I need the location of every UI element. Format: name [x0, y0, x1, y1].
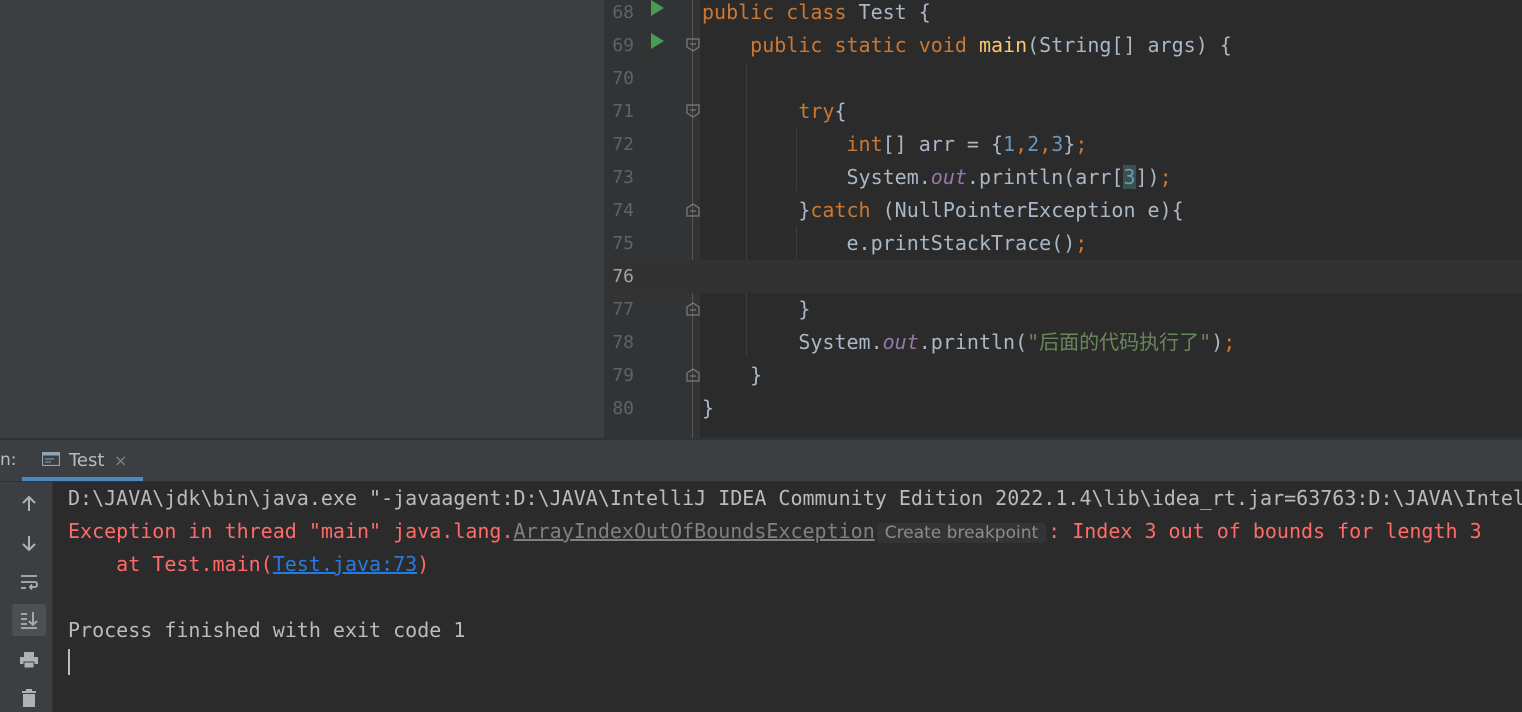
code-line: 73 System.out.println(arr[3]);: [604, 161, 1522, 194]
code-text: }: [798, 297, 811, 321]
fold-icon[interactable]: [686, 38, 700, 52]
console-stacktrace-line: at Test.main(Test.java:73): [68, 552, 430, 576]
line-number: 78: [612, 332, 634, 353]
code-text: e.printStackTrace();: [846, 231, 1088, 255]
line-number: 70: [612, 68, 634, 89]
code-text: int[] arr = {1,2,3};: [846, 132, 1088, 156]
line-number: 69: [612, 35, 634, 56]
close-icon[interactable]: ×: [114, 440, 127, 481]
run-tab-bar: n: Test ×: [0, 440, 1522, 482]
exception-class-link[interactable]: ArrayIndexOutOfBoundsException: [514, 519, 875, 543]
code-line-current: 76: [604, 260, 1522, 293]
soft-wrap-icon[interactable]: [12, 566, 46, 598]
tab-label: Test: [69, 450, 105, 471]
code-text: }catch (NullPointerException e){: [798, 198, 1184, 222]
code-text: try{: [798, 99, 847, 123]
code-line: 74 }catch (NullPointerException e){: [604, 194, 1522, 227]
code-text: }: [750, 363, 763, 387]
up-arrow-icon[interactable]: [12, 488, 46, 520]
trash-icon[interactable]: [12, 682, 46, 712]
print-icon[interactable]: [12, 644, 46, 676]
fold-icon[interactable]: [686, 368, 700, 382]
code-line: 70: [604, 62, 1522, 95]
code-line: 71 try{: [604, 95, 1522, 128]
line-number: 80: [612, 398, 634, 419]
text-caret: [68, 649, 70, 675]
run-label: n:: [0, 450, 17, 470]
scroll-to-end-icon[interactable]: [12, 604, 46, 636]
line-number: 76: [612, 266, 634, 287]
line-number: 72: [612, 134, 634, 155]
code-text: System.out.println(arr[3]);: [846, 165, 1172, 189]
code-line: 79 }: [604, 359, 1522, 392]
project-pane: [0, 0, 604, 440]
console-exception-line: Exception in thread "main" java.lang.Arr…: [68, 519, 1482, 543]
line-number: 79: [612, 365, 634, 386]
code-line: 78 System.out.println("后面的代码执行了");: [604, 326, 1522, 359]
create-breakpoint-hint[interactable]: Create breakpoint: [876, 523, 1047, 543]
line-number: 73: [612, 167, 634, 188]
code-text: }: [702, 396, 715, 420]
code-line: 69 public static void main(String[] args…: [604, 29, 1522, 62]
run-icon[interactable]: [651, 0, 664, 16]
fold-icon[interactable]: [686, 302, 700, 316]
down-arrow-icon[interactable]: [12, 527, 46, 559]
line-number: 71: [612, 101, 634, 122]
code-line: 75 e.printStackTrace();: [604, 227, 1522, 260]
code-line: 77 }: [604, 293, 1522, 326]
line-number: 77: [612, 299, 634, 320]
code-text: System.out.println("后面的代码执行了");: [798, 330, 1236, 354]
code-text: public static void main(String[] args) {: [750, 33, 1232, 57]
code-line: 68 public class Test {: [604, 0, 1522, 29]
console-toolbar: [0, 482, 53, 712]
console-command-line: D:\JAVA\jdk\bin\java.exe "-javaagent:D:\…: [68, 486, 1522, 510]
run-icon[interactable]: [651, 33, 664, 49]
console-exit-line: Process finished with exit code 1: [68, 618, 466, 642]
code-text: public class Test {: [702, 0, 931, 24]
tab-test[interactable]: Test ×: [22, 440, 143, 481]
fold-icon[interactable]: [686, 104, 700, 118]
line-number: 68: [612, 2, 634, 23]
code-line: 72 int[] arr = {1,2,3};: [604, 128, 1522, 161]
fold-icon[interactable]: [686, 203, 700, 217]
line-number: 74: [612, 200, 634, 221]
active-tab-indicator: [22, 477, 143, 481]
console-icon: [42, 452, 60, 466]
line-number: 75: [612, 233, 634, 254]
source-file-link[interactable]: Test.java:73: [273, 552, 418, 576]
code-line: 80 }: [604, 392, 1522, 425]
